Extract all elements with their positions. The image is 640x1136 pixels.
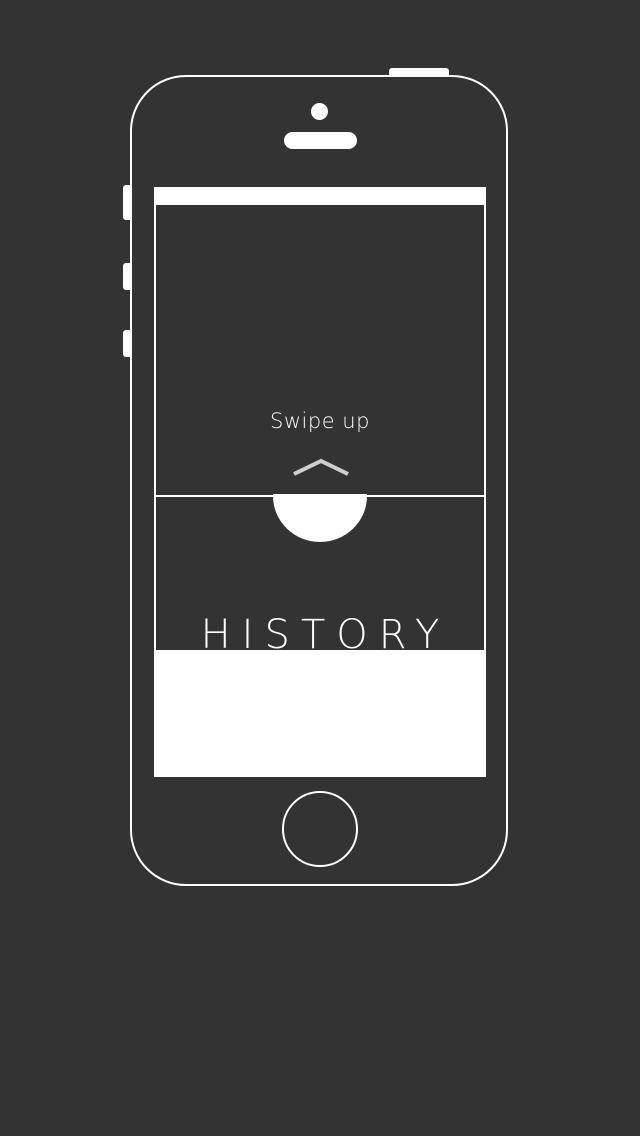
home-button: [282, 791, 358, 867]
swipe-hint-label: Swipe up: [270, 409, 370, 433]
chevron-up-icon[interactable]: [291, 455, 351, 477]
volume-down-button: [123, 330, 131, 357]
volume-up-button: [123, 263, 131, 290]
earpiece-speaker: [284, 132, 357, 149]
mute-switch: [123, 185, 131, 220]
history-title: HISTORY: [200, 612, 451, 650]
front-camera: [311, 103, 328, 120]
history-panel[interactable]: [154, 650, 486, 777]
phone-screen: Swipe up HISTORY: [154, 187, 486, 777]
power-button: [389, 68, 449, 76]
